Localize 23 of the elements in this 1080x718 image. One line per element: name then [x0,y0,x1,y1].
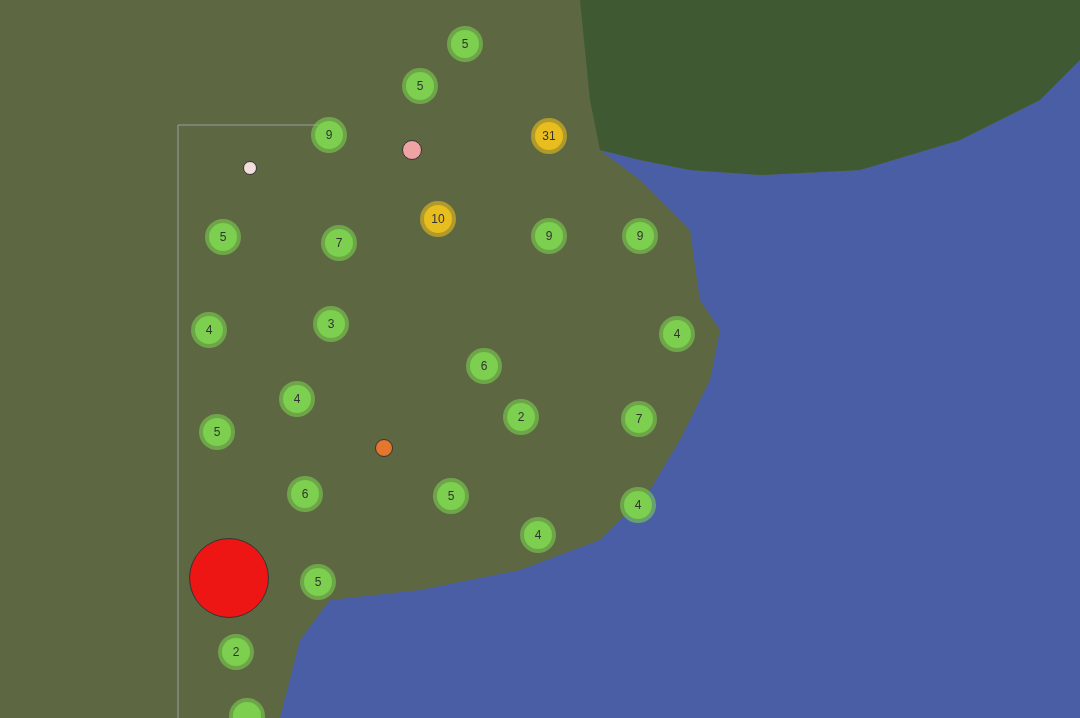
cluster-marker[interactable]: 5 [447,26,483,62]
cluster-marker[interactable]: 9 [311,117,347,153]
cluster-marker[interactable]: 5 [205,219,241,255]
cluster-marker[interactable]: 4 [659,316,695,352]
cluster-marker[interactable]: 2 [218,634,254,670]
cluster-marker[interactable]: 9 [622,218,658,254]
cluster-marker[interactable]: 7 [621,401,657,437]
cluster-marker[interactable]: 3 [313,306,349,342]
cluster-marker[interactable]: 4 [620,487,656,523]
cluster-marker[interactable]: 5 [300,564,336,600]
cluster-marker[interactable]: 5 [199,414,235,450]
cluster-marker[interactable]: 4 [191,312,227,348]
cluster-marker[interactable]: 10 [420,201,456,237]
cluster-marker[interactable]: 9 [531,218,567,254]
cluster-marker[interactable]: 5 [433,478,469,514]
cluster-marker[interactable]: 2 [503,399,539,435]
cluster-marker[interactable]: 5 [402,68,438,104]
cluster-marker[interactable]: 4 [279,381,315,417]
cluster-marker[interactable]: 31 [531,118,567,154]
cluster-marker[interactable]: 6 [466,348,502,384]
cluster-marker[interactable]: 4 [520,517,556,553]
cluster-marker[interactable]: 6 [287,476,323,512]
cluster-marker[interactable]: 7 [321,225,357,261]
